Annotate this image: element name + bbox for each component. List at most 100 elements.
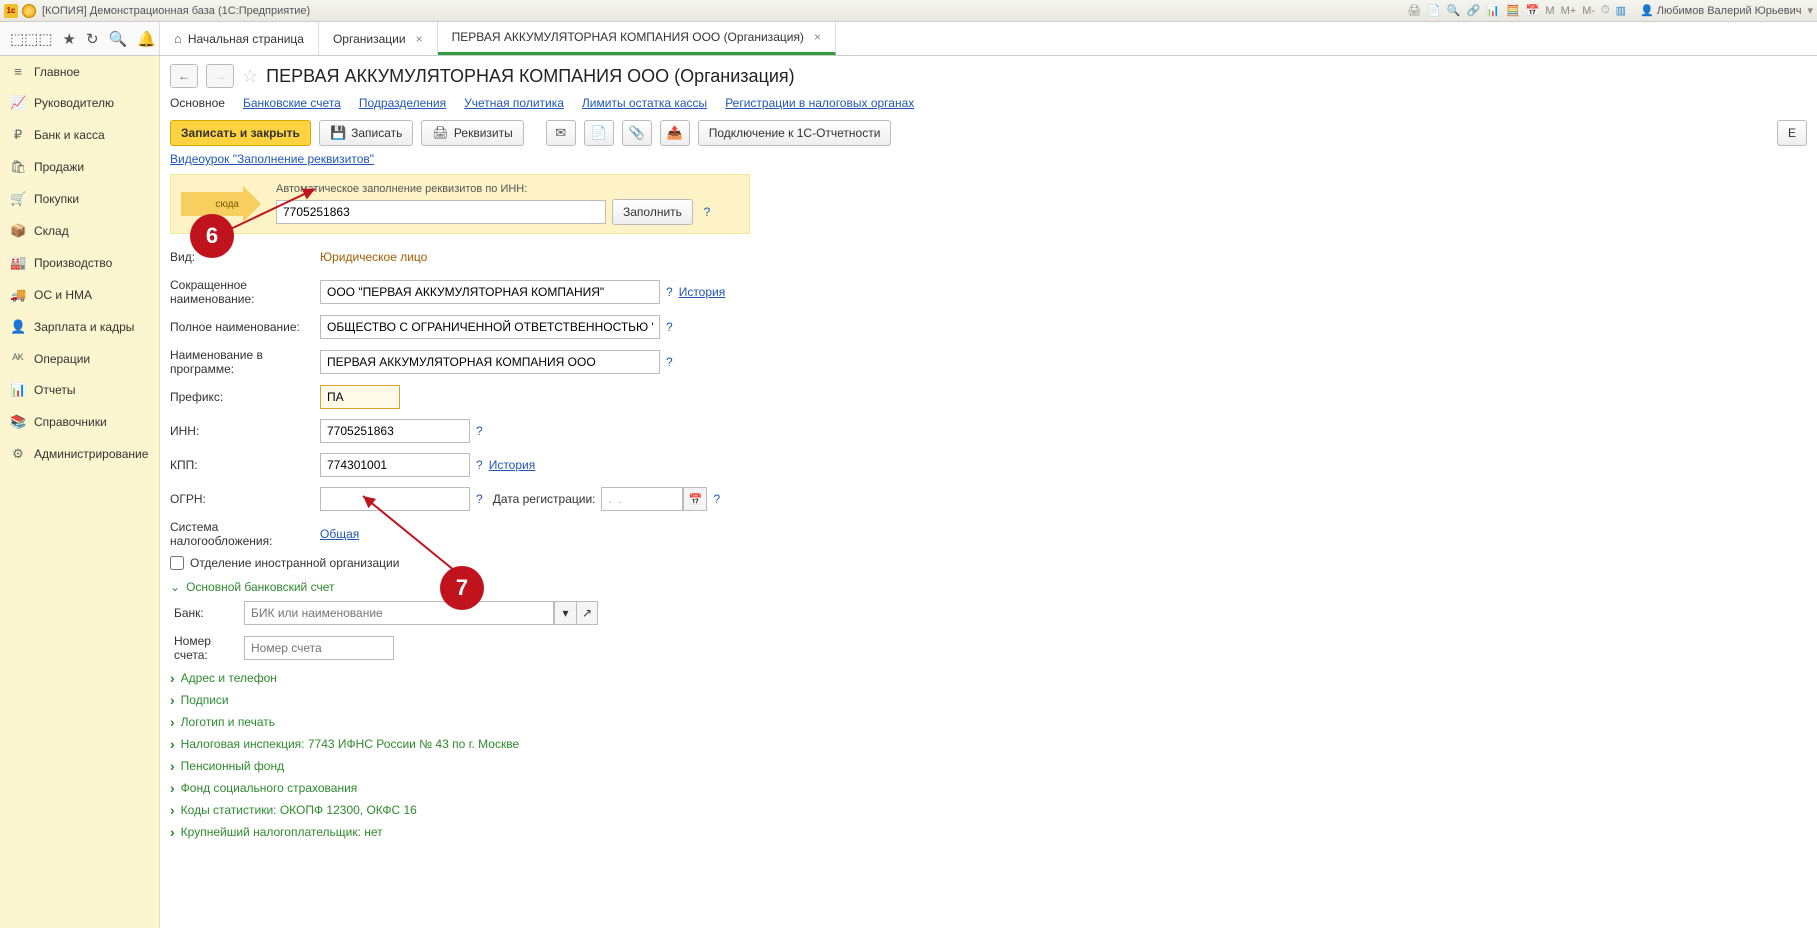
favorite-star-icon[interactable]: ☆ [242,66,258,87]
calendar-icon[interactable]: 📅 [683,487,707,511]
foreign-branch-checkbox[interactable] [170,556,184,570]
help-icon[interactable]: ? [666,355,673,369]
history-icon[interactable]: ↻ [86,30,99,48]
expander-address[interactable]: Адрес и телефон [170,670,1807,686]
tb-calendar-icon[interactable]: 📅 [1526,4,1540,17]
close-icon[interactable]: × [416,32,423,46]
history-link[interactable]: История [489,458,536,472]
apps-icon[interactable]: ⬚⬚⬚ [10,30,53,48]
reg-date-input[interactable] [601,487,683,511]
forward-button[interactable]: → [206,64,234,88]
help-icon[interactable]: ? [713,492,720,506]
sidebar-item[interactable]: 📊Отчеты [0,374,159,406]
app-logo-icon: 1c [4,4,18,18]
app-orb-icon[interactable] [22,4,36,18]
help-icon[interactable]: ? [666,285,673,299]
short-name-input[interactable] [320,280,660,304]
video-tutorial-link[interactable]: Видеоурок "Заполнение реквизитов" [170,152,374,166]
save-close-button[interactable]: Записать и закрыть [170,120,311,146]
sidebar-item[interactable]: 🛒Покупки [0,183,159,215]
bank-input[interactable] [244,601,554,625]
ruble-icon: ₽ [10,127,26,143]
fill-button[interactable]: Заполнить [612,199,693,225]
acct-input[interactable] [244,636,394,660]
tb-icon[interactable]: 📄 [1427,4,1441,17]
mail-icon: ✉ [555,125,566,141]
tax-system-link[interactable]: Общая [320,527,359,541]
full-name-input[interactable] [320,315,660,339]
sidebar-item[interactable]: 📚Справочники [0,406,159,438]
expander-pension[interactable]: Пенсионный фонд [170,758,1807,774]
dropdown-icon[interactable]: ▾ [554,601,576,625]
help-icon[interactable]: ? [699,201,715,223]
sidebar-item[interactable]: 👤Зарплата и кадры [0,311,159,343]
tab-current-org[interactable]: ПЕРВАЯ АККУМУЛЯТОРНАЯ КОМПАНИЯ ООО (Орга… [438,22,836,55]
subtab-main[interactable]: Основное [170,96,225,110]
sidebar-item-label: Производство [34,256,112,270]
export-icon: 📤 [667,125,683,141]
open-ref-icon[interactable]: ↗ [576,601,598,625]
subtab-bank[interactable]: Банковские счета [243,96,341,110]
attach-button[interactable]: 📎 [622,120,652,146]
sidebar-item[interactable]: ⚙Администрирование [0,438,159,470]
subtab-tax-reg[interactable]: Регистрации в налоговых органах [725,96,914,110]
subtab-policy[interactable]: Учетная политика [464,96,564,110]
tab-organizations[interactable]: Организации × [319,22,438,55]
ops-icon: ᴬᴷ [10,351,26,366]
sidebar-item[interactable]: ≡Главное [0,56,159,87]
help-icon[interactable]: ? [476,458,483,472]
sidebar-item[interactable]: ᴬᴷОперации [0,343,159,374]
sidebar-item[interactable]: 🛍Продажи [0,151,159,183]
inn-input[interactable] [320,419,470,443]
tb-icon[interactable]: ⏱ [1601,4,1610,17]
tb-icon[interactable]: 🔍 [1447,4,1461,17]
sidebar-item[interactable]: ₽Банк и касса [0,119,159,151]
sidebar-item[interactable]: 🏭Производство [0,247,159,279]
expander-logo[interactable]: Логотип и печать [170,714,1807,730]
tb-icon[interactable]: 🖨 [1407,4,1421,17]
callout-6: 6 [190,214,234,258]
subtab-dept[interactable]: Подразделения [359,96,446,110]
expander-stats[interactable]: Коды статистики: ОКОПФ 12300, ОКФС 16 [170,802,1807,818]
back-button[interactable]: ← [170,64,198,88]
subtab-limits[interactable]: Лимиты остатка кассы [582,96,707,110]
tb-m-plus[interactable]: M+ [1561,5,1577,17]
connect-1c-button[interactable]: Подключение к 1С-Отчетности [698,120,892,146]
help-icon[interactable]: ? [476,424,483,438]
expander-signs[interactable]: Подписи [170,692,1807,708]
prog-name-input[interactable] [320,350,660,374]
tab-home[interactable]: ⌂ Начальная страница [160,22,319,55]
mail-button[interactable]: ✉ [546,120,576,146]
current-user[interactable]: 👤 Любимов Валерий Юрьевич [1640,4,1801,17]
save-button[interactable]: 💾Записать [319,120,413,146]
help-icon[interactable]: ? [666,320,673,334]
more-button[interactable]: Е [1777,120,1807,146]
close-icon[interactable]: × [814,30,821,44]
tb-icon[interactable]: 🔗 [1467,4,1481,17]
expander-tax-insp[interactable]: Налоговая инспекция: 7743 ИФНС России № … [170,736,1807,752]
star-icon[interactable]: ★ [63,30,76,48]
sidebar-item[interactable]: 🚚ОС и НМА [0,279,159,311]
tb-panels-icon[interactable]: ▥ [1616,4,1626,17]
kpp-input[interactable] [320,453,470,477]
expander-bigtax[interactable]: Крупнейший налогоплательщик: нет [170,824,1807,840]
expander-social[interactable]: Фонд социального страхования [170,780,1807,796]
tb-icon[interactable]: ▾ [1807,4,1813,17]
export-button[interactable]: 📤 [660,120,690,146]
doc-button[interactable]: 📄 [584,120,614,146]
icon-cluster: ⬚⬚⬚ ★ ↻ 🔍 🔔 [0,22,160,55]
box-icon: 📦 [10,223,26,239]
tb-icon[interactable]: 📊 [1486,4,1500,17]
reports-icon: 📊 [10,382,26,398]
history-link[interactable]: История [679,285,726,299]
tb-m-minus[interactable]: M- [1582,5,1595,17]
search-icon[interactable]: 🔍 [109,30,128,48]
tb-calc-icon[interactable]: 🧮 [1506,4,1520,17]
prefix-input[interactable] [320,385,400,409]
tb-m[interactable]: M [1545,5,1554,17]
sidebar-item[interactable]: 📈Руководителю [0,87,159,119]
bell-icon[interactable]: 🔔 [137,30,156,48]
sidebar-item[interactable]: 📦Склад [0,215,159,247]
requisites-button[interactable]: 🖨Реквизиты [421,120,523,146]
help-icon[interactable]: ? [476,492,483,506]
